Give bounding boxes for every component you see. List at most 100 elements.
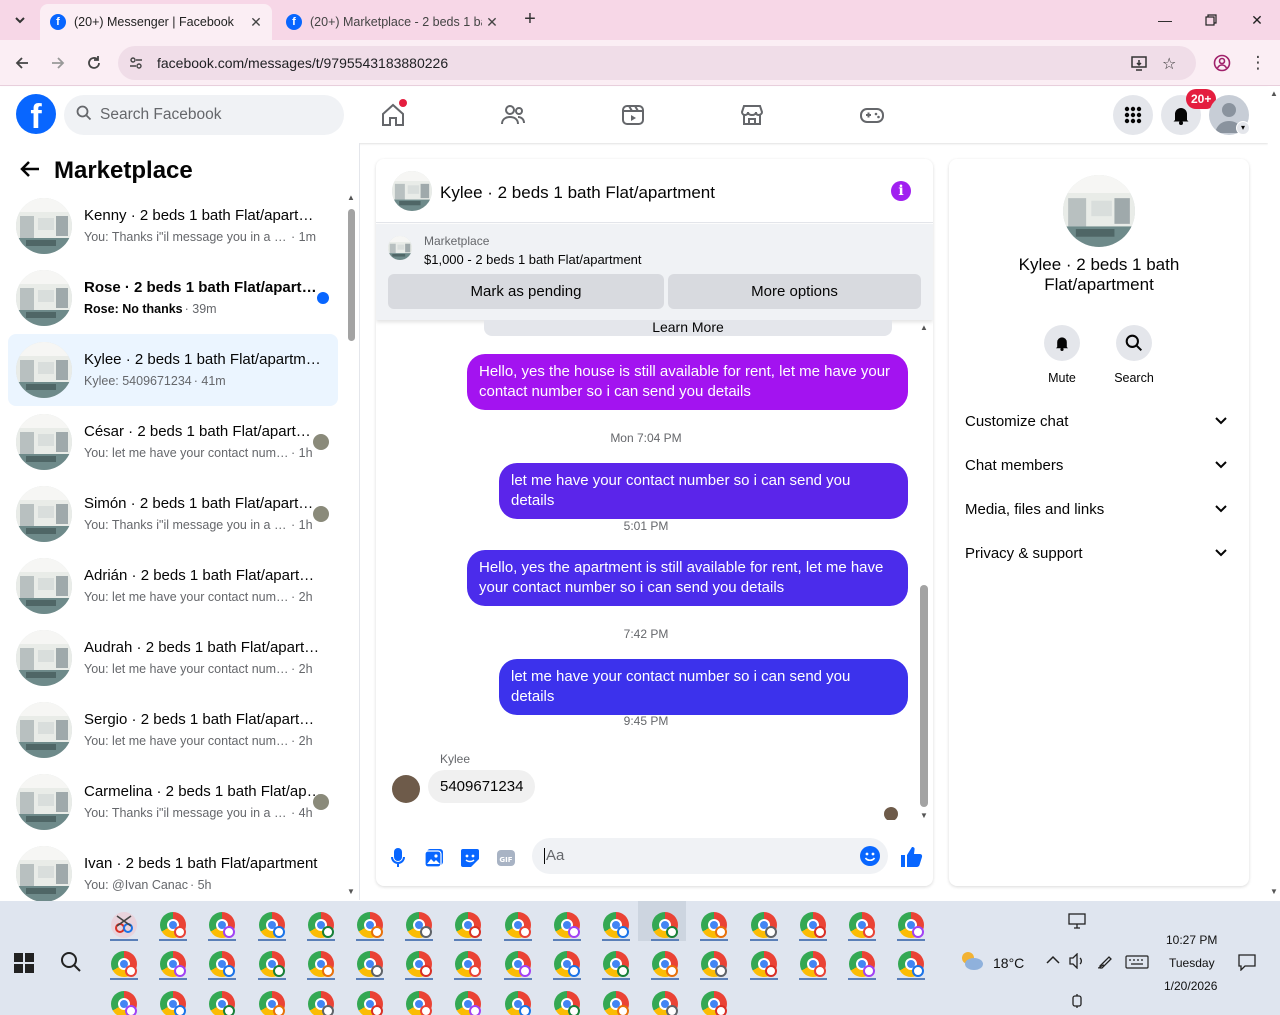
scroll-up-arrow-icon[interactable]: ▲: [920, 323, 928, 332]
windows-start-icon[interactable]: [14, 953, 34, 973]
media-files-links-section[interactable]: Media, files and links: [965, 487, 1233, 531]
close-tab-icon[interactable]: ✕: [482, 14, 502, 31]
display-icon[interactable]: [1068, 913, 1086, 932]
close-tab-icon[interactable]: ✕: [246, 14, 266, 31]
back-button[interactable]: [10, 51, 34, 75]
back-arrow-icon[interactable]: [20, 158, 40, 184]
scroll-down-arrow-icon[interactable]: ▼: [920, 811, 928, 820]
scroll-up-arrow-icon[interactable]: ▲: [347, 193, 355, 202]
notification-center-icon[interactable]: [1238, 953, 1256, 974]
clock-time[interactable]: 10:27 PM: [1166, 933, 1217, 947]
chrome-profile-icon[interactable]: [504, 912, 531, 938]
clock-date[interactable]: 1/20/2026: [1164, 979, 1217, 993]
chrome-profile-icon[interactable]: [209, 951, 236, 977]
site-settings-icon[interactable]: [128, 55, 144, 74]
friends-icon[interactable]: [499, 101, 527, 129]
chrome-profile-icon[interactable]: [307, 912, 334, 938]
chat-members-section[interactable]: Chat members: [965, 443, 1233, 487]
thumbs-up-icon[interactable]: [899, 845, 923, 869]
chrome-profile-icon[interactable]: [357, 912, 383, 938]
restore-button[interactable]: [1188, 0, 1234, 40]
chrome-profile-icon[interactable]: [553, 951, 580, 977]
pen-icon[interactable]: [1097, 953, 1115, 972]
conversation-item[interactable]: Simón · 2 beds 1 bath Flat/apartment You:…: [8, 478, 338, 550]
chrome-profile-icon[interactable]: [406, 912, 433, 938]
tab-marketplace[interactable]: f (20+) Marketplace - 2 beds 1 bath Flat…: [276, 4, 508, 40]
chrome-profile-icon[interactable]: [701, 912, 728, 938]
chrome-profile-icon[interactable]: [652, 912, 679, 938]
browser-menu-icon[interactable]: ⋮: [1246, 51, 1270, 75]
chrome-profile-icon[interactable]: [160, 912, 187, 938]
microphone-icon[interactable]: [388, 848, 408, 868]
listing-thumbnail[interactable]: [388, 236, 412, 260]
conversation-item[interactable]: César · 2 beds 1 bath Flat/apartment You:…: [8, 406, 338, 478]
conversation-item[interactable]: Audrah · 2 beds 1 bath Flat/apartment You…: [8, 622, 338, 694]
chrome-profile-icon[interactable]: [258, 991, 285, 1015]
chrome-profile-icon[interactable]: [799, 951, 826, 977]
chrome-profile-icon[interactable]: [701, 991, 728, 1015]
chrome-profile-icon[interactable]: [898, 912, 925, 938]
chrome-profile-icon[interactable]: [406, 951, 433, 977]
chat-avatar[interactable]: [392, 171, 432, 211]
chrome-profile-icon[interactable]: [455, 912, 482, 938]
new-tab-button[interactable]: +: [518, 8, 542, 32]
chrome-profile-icon[interactable]: [701, 951, 728, 977]
facebook-logo-icon[interactable]: f: [16, 94, 56, 134]
chrome-profile-icon[interactable]: [111, 991, 137, 1015]
chrome-profile-icon[interactable]: [209, 991, 236, 1015]
chrome-profile-icon[interactable]: [750, 951, 777, 977]
conversation-scrollbar[interactable]: ▲ ▼: [346, 193, 356, 896]
facebook-search-input[interactable]: Search Facebook: [64, 95, 344, 135]
account-chevron-icon[interactable]: ▾: [1236, 121, 1250, 135]
chrome-profile-icon[interactable]: [258, 951, 285, 977]
chrome-profile-icon[interactable]: [603, 991, 629, 1015]
scroll-up-arrow-icon[interactable]: ▲: [1270, 89, 1278, 98]
emoji-icon[interactable]: [860, 846, 880, 866]
close-window-button[interactable]: ✕: [1234, 0, 1280, 40]
more-options-button[interactable]: More options: [668, 274, 921, 309]
conversation-item[interactable]: Kylee · 2 beds 1 bath Flat/apartment Kyle…: [8, 334, 338, 406]
scrollbar-thumb[interactable]: [920, 585, 928, 807]
chrome-profile-icon[interactable]: [258, 912, 285, 938]
message-input[interactable]: Aa: [532, 838, 888, 874]
page-scrollbar[interactable]: ▲ ▼: [1268, 87, 1280, 900]
home-icon[interactable]: [379, 99, 407, 129]
chrome-profile-icon[interactable]: [504, 991, 531, 1015]
scroll-down-arrow-icon[interactable]: ▼: [1270, 887, 1278, 896]
chrome-profile-icon[interactable]: [603, 951, 629, 977]
chrome-profile-icon[interactable]: [209, 912, 236, 938]
volume-icon[interactable]: [1068, 952, 1086, 972]
learn-more-button[interactable]: Learn More: [484, 320, 892, 336]
chrome-profile-icon[interactable]: [799, 912, 826, 938]
chrome-profile-icon[interactable]: [160, 951, 187, 977]
gif-icon[interactable]: GIF: [496, 848, 516, 868]
minimize-button[interactable]: —: [1142, 0, 1188, 40]
menu-button[interactable]: [1113, 95, 1153, 135]
conversation-item[interactable]: Carmelina · 2 beds 1 bath Flat/apartment…: [8, 766, 338, 838]
chrome-profile-icon[interactable]: [504, 951, 531, 977]
privacy-support-section[interactable]: Privacy & support: [965, 531, 1233, 575]
chrome-profile-icon[interactable]: [455, 991, 482, 1015]
customize-chat-section[interactable]: Customize chat: [965, 399, 1233, 443]
conversation-item[interactable]: Rose · 2 beds 1 bath Flat/apartment Rose:…: [8, 262, 338, 334]
scrollbar-thumb[interactable]: [348, 209, 355, 341]
chat-scrollbar[interactable]: ▲ ▼: [917, 323, 931, 821]
chrome-profile-icon[interactable]: [307, 951, 334, 977]
mic-status-icon[interactable]: [1070, 993, 1084, 1012]
chrome-profile-icon[interactable]: [553, 912, 580, 938]
marketplace-icon[interactable]: [738, 101, 766, 129]
chrome-profile-icon[interactable]: [406, 991, 433, 1015]
address-bar[interactable]: facebook.com/messages/t/9795543183880226…: [118, 46, 1196, 80]
conversation-item[interactable]: Adrián · 2 beds 1 bath Flat/apartment You…: [8, 550, 338, 622]
scroll-down-arrow-icon[interactable]: ▼: [347, 887, 355, 896]
conversation-info-icon[interactable]: i: [891, 181, 911, 201]
tab-search-dropdown[interactable]: [6, 6, 34, 34]
search-in-conversation-button[interactable]: Search: [1104, 325, 1164, 385]
chevron-up-icon[interactable]: [1046, 953, 1060, 968]
chat-title[interactable]: Kylee · 2 beds 1 bath Flat/apartment: [440, 183, 715, 203]
mark-as-pending-button[interactable]: Mark as pending: [388, 274, 664, 309]
reload-button[interactable]: [82, 51, 106, 75]
weather-icon[interactable]: [958, 949, 986, 976]
chrome-profile-icon[interactable]: [357, 951, 383, 977]
mute-button[interactable]: Mute: [1032, 325, 1092, 385]
